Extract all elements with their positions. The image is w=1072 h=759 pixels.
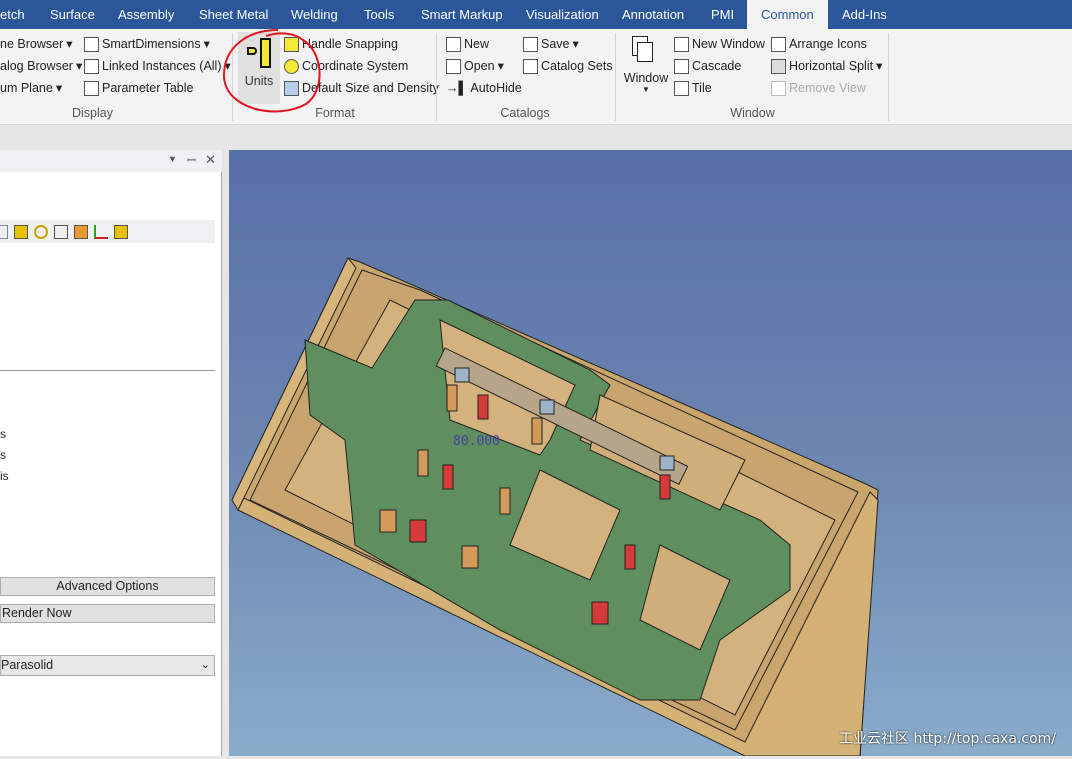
panel-row: s [0, 427, 6, 441]
autohide-button[interactable]: →▌ AutoHide [446, 78, 522, 98]
panel-header: ▼ ꟷ ✕ [0, 150, 222, 172]
parameter-table-button[interactable]: Parameter Table [84, 78, 194, 98]
divider [0, 370, 215, 371]
dropdown-icon[interactable]: ▼ [168, 154, 177, 164]
window-pages-icon [637, 42, 653, 62]
divider [615, 33, 616, 121]
catalog-new-button[interactable]: New [446, 34, 489, 54]
toolbar-icon[interactable] [0, 224, 8, 239]
tab-smart-markup[interactable]: Smart Markup [421, 0, 503, 29]
render-now-button[interactable]: Render Now [0, 604, 215, 623]
window-label: Window [623, 71, 669, 85]
tab-pmi[interactable]: PMI [711, 0, 734, 29]
parameter-table-icon [84, 80, 99, 96]
arrange-icons-icon [771, 36, 786, 52]
catalog-sets-button[interactable]: Catalog Sets [523, 56, 613, 76]
linked-instances-button[interactable]: Linked Instances (All) ▾ [84, 56, 231, 76]
smart-dimensions-icon [84, 36, 99, 52]
close-icon[interactable]: ✕ [205, 152, 216, 168]
remove-view-button[interactable]: Remove View [771, 78, 866, 98]
tab-annotation[interactable]: Annotation [622, 0, 684, 29]
horizontal-split-button[interactable]: Horizontal Split ▾ [771, 56, 882, 76]
panel-toolbar [0, 220, 215, 243]
smart-dimensions-button[interactable]: SmartDimensions ▾ [84, 34, 210, 54]
properties-panel: ▼ ꟷ ✕ s s is Advanced Options Render Now… [0, 150, 222, 756]
cascade-button[interactable]: Cascade [674, 56, 741, 76]
annotation-circle [222, 29, 321, 113]
dimension-label: 80.000 [453, 434, 500, 449]
catalog-save-button[interactable]: Save ▾ [523, 34, 579, 54]
scene-browser-button[interactable]: ne Browser ▾ [0, 34, 73, 54]
catalog-browser-button[interactable]: alog Browser ▾ [0, 56, 82, 76]
panel-row: s [0, 448, 6, 462]
chevron-down-icon: ⌄ [200, 659, 210, 671]
datum-plane-button[interactable]: um Plane ▾ [0, 78, 62, 98]
pin-icon[interactable]: ꟷ [187, 153, 196, 168]
tile-button[interactable]: Tile [674, 78, 712, 98]
3d-viewport[interactable]: 80.000 工业云社区 http://top.caxa.com/ [229, 150, 1072, 757]
3d-model[interactable]: 80.000 [229, 150, 1072, 757]
window-menu-button[interactable]: Window ▼ [622, 33, 670, 101]
arrange-icons-button[interactable]: Arrange Icons [771, 34, 867, 54]
box-icon[interactable] [114, 224, 128, 239]
new-window-button[interactable]: New Window [674, 34, 765, 54]
cascade-icon [674, 58, 689, 74]
tab-sketch[interactable]: etch [0, 0, 25, 29]
renderer-select[interactable]: Parasolid ⌄ [0, 655, 215, 676]
solid-icon[interactable] [14, 224, 28, 239]
table-icon[interactable] [54, 224, 68, 239]
group-label-window: Window [730, 106, 775, 120]
chevron-down-icon: ▼ [642, 85, 650, 94]
axis-icon[interactable] [94, 224, 108, 239]
tile-icon [674, 80, 689, 96]
save-catalog-icon [523, 36, 538, 52]
tab-add-ins[interactable]: Add-Ins [842, 0, 887, 29]
horizontal-split-icon [771, 58, 786, 74]
tab-surface[interactable]: Surface [50, 0, 95, 29]
autohide-icon: →▌ [446, 81, 468, 95]
new-window-icon [674, 36, 689, 52]
open-catalog-icon [446, 58, 461, 74]
tab-visualization[interactable]: Visualization [526, 0, 599, 29]
advanced-options-button[interactable]: Advanced Options [0, 577, 215, 596]
linked-instances-icon [84, 58, 99, 74]
assembly-icon[interactable] [74, 224, 88, 239]
watermark: 工业云社区 http://top.caxa.com/ [839, 731, 1056, 747]
renderer-select-value: Parasolid [1, 658, 54, 672]
ribbon-tabs: etch Surface Assembly Sheet Metal Weldin… [0, 0, 1072, 29]
remove-view-icon [771, 80, 786, 96]
new-catalog-icon [446, 36, 461, 52]
catalog-open-button[interactable]: Open ▾ [446, 56, 504, 76]
tab-tools[interactable]: Tools [364, 0, 394, 29]
group-label-catalogs: Catalogs [500, 106, 550, 120]
divider [436, 33, 437, 121]
divider [888, 33, 889, 121]
tab-assembly[interactable]: Assembly [118, 0, 174, 29]
catalog-sets-icon [523, 58, 538, 74]
ribbon: ne Browser ▾ alog Browser ▾ um Plane ▾ S… [0, 29, 1072, 125]
link-icon[interactable] [34, 224, 48, 239]
group-label-display: Display [72, 106, 113, 120]
panel-row: is [0, 469, 9, 483]
tab-common[interactable]: Common [747, 0, 828, 29]
